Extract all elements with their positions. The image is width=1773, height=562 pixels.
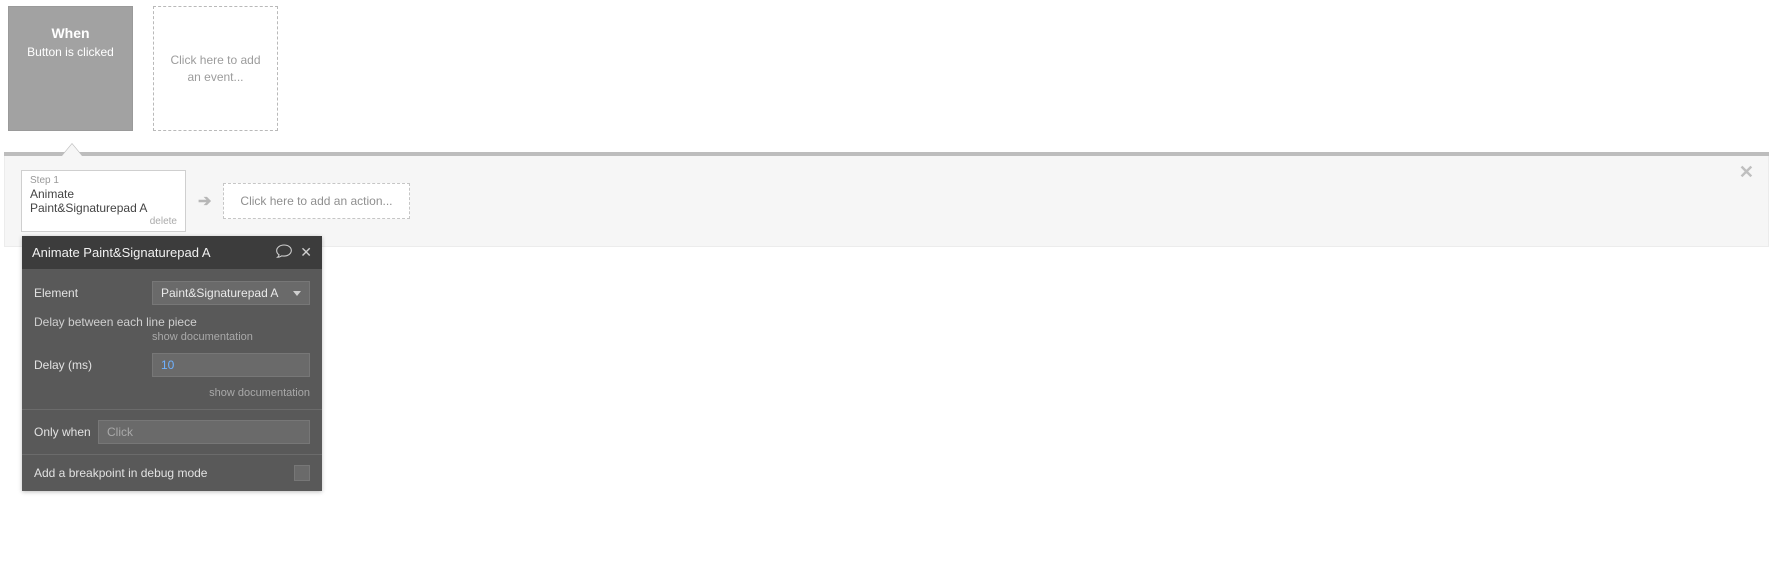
events-row: When Button is clicked Click here to add…: [0, 0, 1773, 131]
comment-icon[interactable]: [276, 244, 292, 261]
element-row: Element Paint&Signaturepad A: [34, 281, 310, 305]
only-when-input[interactable]: [98, 420, 310, 444]
step-card-1[interactable]: Step 1 Animate Paint&Signaturepad A dele…: [21, 170, 186, 232]
selected-event-pointer: [62, 144, 82, 156]
chevron-down-icon: [293, 291, 301, 296]
only-when-row: Only when: [34, 420, 310, 444]
add-event-text: Click here to add an event...: [170, 52, 261, 86]
property-panel-footer: Add a breakpoint in debug mode: [22, 454, 322, 491]
add-action-card[interactable]: Click here to add an action...: [223, 183, 409, 219]
actions-strip: Step 1 Animate Paint&Signaturepad A dele…: [4, 156, 1769, 247]
delay-section-note: Delay between each line piece: [34, 315, 310, 329]
breakpoint-label: Add a breakpoint in debug mode: [34, 466, 294, 480]
event-condition: Button is clicked: [27, 45, 114, 59]
breakpoint-checkbox[interactable]: [294, 465, 310, 481]
add-event-card[interactable]: Click here to add an event...: [153, 6, 278, 131]
property-panel: Animate Paint&Signaturepad A ✕ Element P…: [22, 236, 322, 491]
show-documentation-link-1[interactable]: show documentation: [34, 331, 310, 343]
close-panel-icon[interactable]: ✕: [300, 244, 312, 261]
element-dropdown-value: Paint&Signaturepad A: [161, 286, 278, 300]
element-dropdown[interactable]: Paint&Signaturepad A: [152, 281, 310, 305]
step-title: Animate Paint&Signaturepad A: [30, 187, 177, 215]
close-actions-icon[interactable]: ✕: [1739, 162, 1754, 183]
show-documentation-link-2[interactable]: show documentation: [34, 387, 310, 399]
delay-label: Delay (ms): [34, 358, 152, 372]
step-delete-link[interactable]: delete: [30, 216, 177, 227]
when-label: When: [51, 25, 89, 41]
property-panel-header[interactable]: Animate Paint&Signaturepad A ✕: [22, 236, 322, 269]
property-panel-title: Animate Paint&Signaturepad A: [32, 245, 268, 260]
delay-row: Delay (ms): [34, 353, 310, 377]
delay-input[interactable]: [152, 353, 310, 377]
arrow-right-icon: ➔: [198, 191, 211, 211]
add-action-text: Click here to add an action...: [240, 194, 392, 208]
property-panel-body: Element Paint&Signaturepad A Delay betwe…: [22, 269, 322, 454]
event-card-when[interactable]: When Button is clicked: [8, 6, 133, 131]
step-number-label: Step 1: [30, 175, 177, 186]
panel-divider: [22, 409, 322, 410]
element-label: Element: [34, 286, 152, 300]
